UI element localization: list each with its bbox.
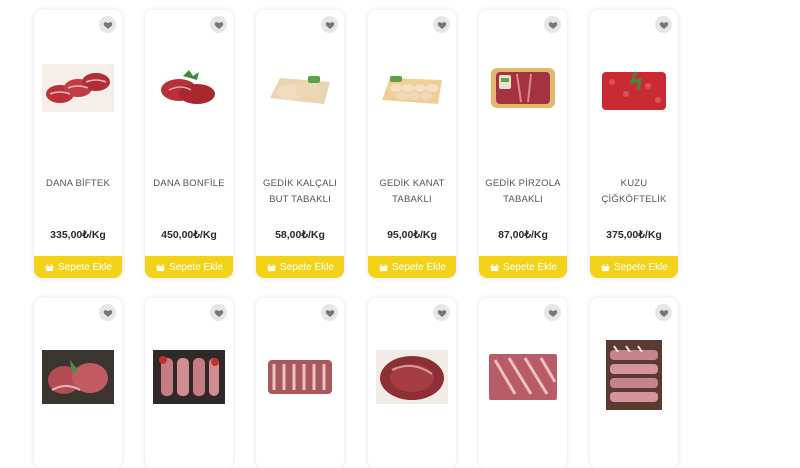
product-title-line-1: GEDİK PİRZOLA [485, 178, 561, 189]
basket-icon [45, 263, 54, 271]
add-to-cart-button[interactable]: Sepete Ekle [145, 256, 233, 278]
product-title[interactable]: GEDİK PİRZOLA TABAKLI [483, 176, 563, 208]
heart-icon [659, 21, 668, 29]
product-image[interactable] [42, 64, 114, 112]
basket-icon [490, 263, 499, 271]
heart-icon [437, 21, 446, 29]
product-title-line-1: KUZU [620, 178, 648, 189]
favorite-button[interactable] [210, 16, 227, 33]
add-to-cart-button[interactable]: Sepete Ekle [368, 256, 456, 278]
product-title-line-1: GEDİK KANAT [379, 178, 445, 189]
product-card[interactable]: GEDİK KALÇALI BUT TABAKLI 58,00₺/Kg Sepe… [256, 10, 344, 278]
favorite-button[interactable] [544, 304, 561, 321]
product-title[interactable]: GEDİK KALÇALI BUT TABAKLI [260, 176, 340, 208]
favorite-button[interactable] [321, 304, 338, 321]
add-to-cart-label: Sepete Ekle [614, 261, 668, 273]
product-title-line-2: TABAKLI [392, 194, 432, 205]
heart-icon [103, 21, 112, 29]
favorite-button[interactable] [544, 16, 561, 33]
product-price: 95,00₺/Kg [387, 229, 437, 241]
heart-icon [548, 21, 557, 29]
product-card[interactable]: GEDİK PİRZOLA TABAKLI 87,00₺/Kg Sepete E… [479, 10, 567, 278]
basket-icon [601, 263, 610, 271]
product-card[interactable]: GEDİK KANAT TABAKLI 95,00₺/Kg Sepete Ekl… [368, 10, 456, 278]
product-image[interactable] [264, 64, 336, 112]
add-to-cart-label: Sepete Ekle [169, 261, 223, 273]
heart-icon [214, 21, 223, 29]
basket-icon [156, 263, 165, 271]
product-card[interactable] [145, 298, 233, 468]
heart-icon [548, 309, 557, 317]
product-image[interactable] [153, 350, 225, 404]
favorite-button[interactable] [433, 16, 450, 33]
product-image[interactable] [42, 350, 114, 404]
add-to-cart-label: Sepete Ekle [58, 261, 112, 273]
product-price: 375,00₺/Kg [606, 229, 662, 241]
product-card[interactable] [34, 298, 122, 468]
heart-icon [103, 309, 112, 317]
product-title-line-2: BUT TABAKLI [269, 194, 331, 205]
add-to-cart-label: Sepete Ekle [392, 261, 446, 273]
product-image[interactable] [376, 64, 448, 112]
add-to-cart-label: Sepete Ekle [503, 261, 557, 273]
product-image[interactable] [487, 350, 559, 404]
product-title-line-2: TABAKLI [503, 194, 543, 205]
product-card[interactable] [256, 298, 344, 468]
favorite-button[interactable] [433, 304, 450, 321]
product-image[interactable] [487, 64, 559, 112]
favorite-button[interactable] [99, 16, 116, 33]
add-to-cart-label: Sepete Ekle [280, 261, 334, 273]
product-title[interactable]: DANA BİFTEK [38, 176, 118, 192]
product-title-line-1: GEDİK KALÇALI [263, 178, 337, 189]
product-price: 87,00₺/Kg [498, 229, 548, 241]
basket-icon [379, 263, 388, 271]
product-card[interactable]: DANA BİFTEK 335,00₺/Kg Sepete Ekle [34, 10, 122, 278]
product-card[interactable] [368, 298, 456, 468]
favorite-button[interactable] [321, 16, 338, 33]
product-card[interactable] [479, 298, 567, 468]
product-title-line-1: DANA BİFTEK [46, 178, 110, 189]
product-image[interactable] [376, 350, 448, 404]
product-grid: DANA BİFTEK 335,00₺/Kg Sepete Ekle DANA … [0, 0, 800, 468]
favorite-button[interactable] [210, 304, 227, 321]
add-to-cart-button[interactable]: Sepete Ekle [256, 256, 344, 278]
basket-icon [267, 263, 276, 271]
favorite-button[interactable] [655, 304, 672, 321]
product-image[interactable] [264, 350, 336, 404]
product-image[interactable] [606, 340, 662, 410]
product-title-line-2: ÇİĞKÖFTELİK [601, 194, 667, 205]
heart-icon [325, 309, 334, 317]
add-to-cart-button[interactable]: Sepete Ekle [479, 256, 567, 278]
add-to-cart-button[interactable]: Sepete Ekle [34, 256, 122, 278]
product-price: 335,00₺/Kg [50, 229, 106, 241]
heart-icon [659, 309, 668, 317]
heart-icon [437, 309, 446, 317]
product-card[interactable]: DANA BONFİLE 450,00₺/Kg Sepete Ekle [145, 10, 233, 278]
favorite-button[interactable] [99, 304, 116, 321]
product-image[interactable] [598, 64, 670, 112]
add-to-cart-button[interactable]: Sepete Ekle [590, 256, 678, 278]
product-title-line-1: DANA BONFİLE [153, 178, 225, 189]
product-title[interactable]: GEDİK KANAT TABAKLI [372, 176, 452, 208]
heart-icon [325, 21, 334, 29]
favorite-button[interactable] [655, 16, 672, 33]
heart-icon [214, 309, 223, 317]
product-price: 58,00₺/Kg [275, 229, 325, 241]
product-card[interactable]: KUZU ÇİĞKÖFTELİK 375,00₺/Kg Sepete Ekle [590, 10, 678, 278]
product-price: 450,00₺/Kg [161, 229, 217, 241]
product-card[interactable] [590, 298, 678, 468]
product-title[interactable]: KUZU ÇİĞKÖFTELİK [594, 176, 674, 208]
product-image[interactable] [153, 64, 225, 112]
product-title[interactable]: DANA BONFİLE [149, 176, 229, 192]
